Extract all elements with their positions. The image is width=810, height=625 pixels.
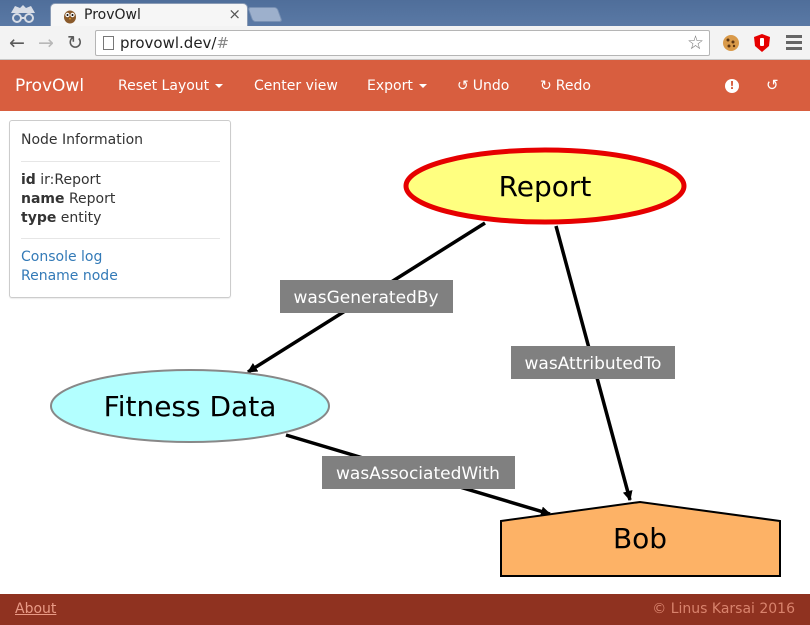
prop-value: entity (60, 210, 102, 226)
edge-label-was-generated-by: wasGeneratedBy (293, 288, 438, 308)
undo-label: Undo (472, 78, 510, 94)
console-log-link[interactable]: Console log (21, 249, 102, 265)
about-link[interactable]: About (15, 601, 56, 617)
url-host: provowl.dev/ (120, 34, 217, 52)
browser-toolbar: ← → ↻ provowl.dev/# ☆ (0, 26, 810, 60)
node-fitness-data-label: Fitness Data (104, 390, 277, 423)
alert-icon[interactable]: ! (725, 79, 739, 93)
forward-icon[interactable]: → (35, 32, 57, 54)
reset-layout-dropdown[interactable]: Reset Layout (118, 78, 224, 94)
divider (21, 238, 220, 239)
node-bob-label: Bob (613, 522, 667, 555)
reload-icon[interactable]: ↻ (64, 32, 86, 54)
prop-value: Report (68, 191, 116, 207)
browser-tab[interactable]: ProvOwl × (50, 3, 248, 27)
app-navbar: ProvOwl Reset Layout Center view Export … (0, 60, 810, 111)
panel-heading: Node Information (21, 132, 144, 148)
back-icon[interactable]: ← (6, 32, 28, 54)
incognito-icon (11, 5, 35, 23)
browser-tab-strip: ProvOwl × (0, 0, 810, 27)
prop-key: type (21, 210, 57, 226)
rename-node-link[interactable]: Rename node (21, 268, 118, 284)
cookie-extension-icon[interactable] (721, 33, 741, 53)
redo-icon: ↻ (540, 78, 552, 94)
prop-key: id (21, 172, 36, 188)
page-icon (103, 36, 114, 50)
undo-button[interactable]: ↺ Undo (457, 78, 509, 94)
export-dropdown[interactable]: Export (367, 78, 427, 94)
brand[interactable]: ProvOwl (15, 76, 84, 96)
tab-title: ProvOwl (84, 7, 141, 23)
redo-label: Redo (555, 78, 591, 94)
node-report-label: Report (499, 170, 592, 203)
adblock-extension-icon[interactable] (752, 33, 772, 53)
address-bar[interactable]: provowl.dev/# ☆ (95, 30, 710, 56)
tab-close-icon[interactable]: × (228, 5, 241, 23)
prop-value: ir:Report (40, 172, 101, 188)
prop-name: name Report (21, 191, 115, 207)
footer: About © Linus Karsai 2016 (0, 594, 810, 625)
copyright: © Linus Karsai 2016 (652, 601, 795, 617)
redo-button[interactable]: ↻ Redo (540, 78, 591, 94)
prop-id: id ir:Report (21, 172, 101, 188)
caret-down-icon (418, 84, 427, 88)
url-text[interactable]: provowl.dev/# (120, 34, 229, 52)
bookmark-star-icon[interactable]: ☆ (687, 32, 704, 54)
center-view-button[interactable]: Center view (254, 78, 338, 94)
edge-label-was-attributed-to: wasAttributedTo (525, 354, 662, 374)
prop-type: type entity (21, 210, 101, 226)
edge-label-was-associated-with: wasAssociatedWith (336, 464, 500, 484)
reset-layout-label: Reset Layout (118, 78, 210, 94)
caret-down-icon (215, 84, 224, 88)
browser-menu-icon[interactable] (786, 35, 802, 51)
export-label: Export (367, 78, 413, 94)
undo-icon: ↺ (457, 78, 469, 94)
url-hash: # (216, 34, 230, 52)
new-tab-button[interactable] (247, 7, 283, 22)
owl-favicon-icon (64, 10, 76, 24)
divider (21, 161, 220, 162)
node-info-panel: Node Information id ir:Report name Repor… (9, 120, 231, 298)
prop-key: name (21, 191, 65, 207)
history-icon[interactable]: ↺ (766, 76, 779, 94)
